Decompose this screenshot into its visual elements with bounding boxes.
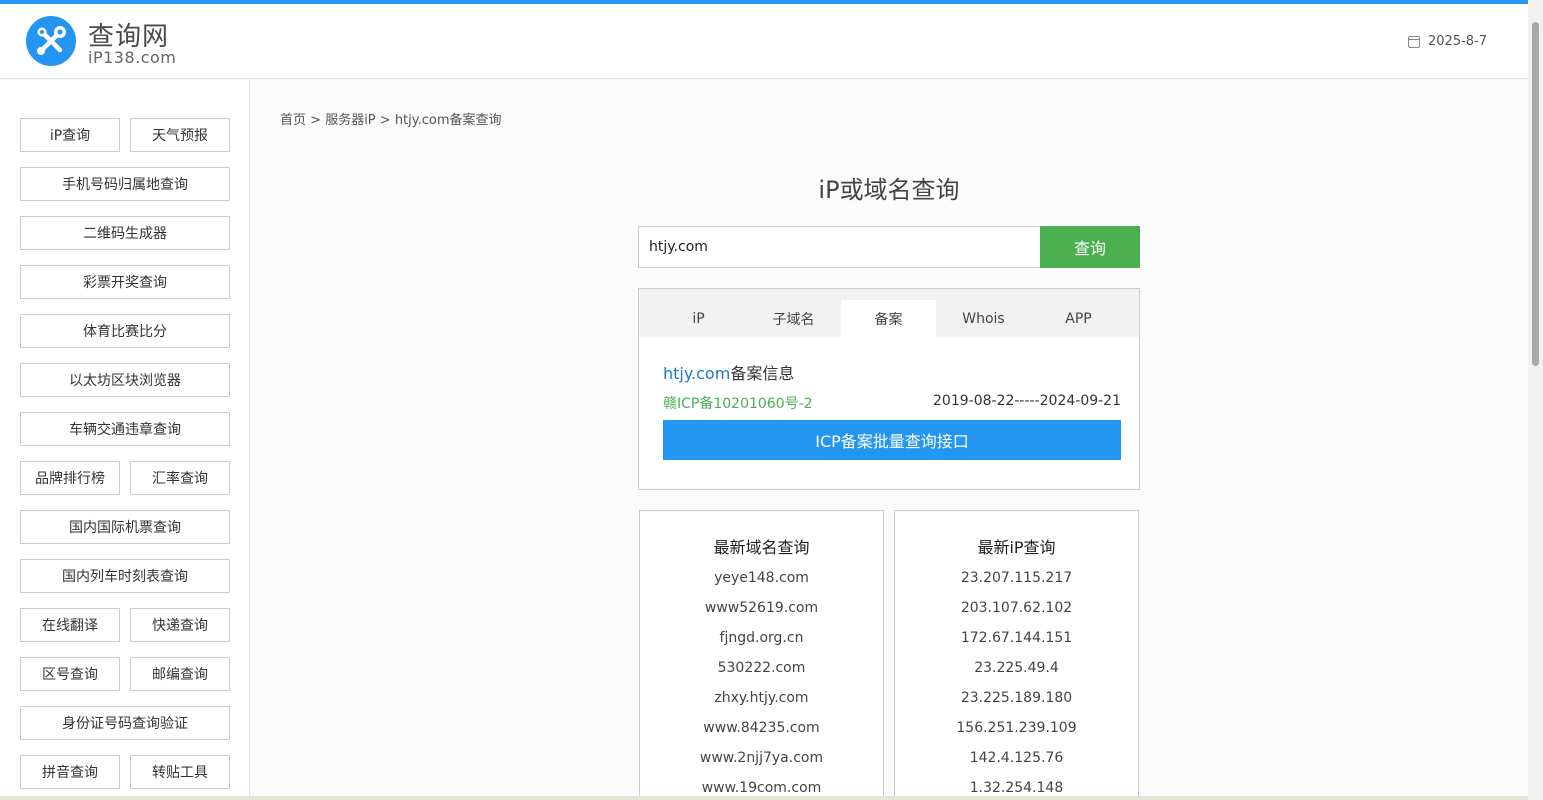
sidebar-item-repost-tool[interactable]: 转贴工具 (130, 755, 230, 789)
page-title: iP或域名查询 (818, 176, 960, 204)
sidebar-item-lottery[interactable]: 彩票开奖查询 (20, 265, 230, 299)
site-header: 查询网 iP138.com 2025-8-7 (0, 4, 1528, 79)
list-item[interactable]: www.84235.com (640, 720, 883, 736)
logo-subtitle[interactable]: iP138.com (88, 48, 176, 67)
list-item[interactable]: 530222.com (640, 660, 883, 676)
sidebar-item-translate[interactable]: 在线翻译 (20, 608, 120, 642)
icp-date-range: 2019-08-22-----2024-09-21 (933, 393, 1121, 409)
breadcrumb-home[interactable]: 首页 (280, 113, 306, 128)
sidebar-item-express[interactable]: 快递查询 (130, 608, 230, 642)
breadcrumb: 首页 > 服务器iP > htjy.com备案查询 (280, 109, 502, 128)
sidebar-item-phone-location[interactable]: 手机号码归属地查询 (20, 167, 230, 201)
latest-domain-title: 最新域名查询 (713, 538, 810, 557)
sidebar-item-area-code[interactable]: 区号查询 (20, 657, 120, 691)
search-input[interactable] (638, 226, 1041, 268)
sidebar-item-traffic-violation[interactable]: 车辆交通违章查询 (20, 412, 230, 446)
sidebar-item-exchange-rate[interactable]: 汇率查询 (130, 461, 230, 495)
sidebar-item-ethereum[interactable]: 以太坊区块浏览器 (20, 363, 230, 397)
sidebar-item-weather[interactable]: 天气预报 (130, 118, 230, 152)
tab-whois[interactable]: Whois (936, 300, 1031, 337)
tools-wrench-icon[interactable] (26, 16, 76, 66)
latest-ip-panel: 最新iP查询 23.207.115.217 203.107.62.102 172… (894, 510, 1139, 800)
list-item[interactable]: zhxy.htjy.com (640, 690, 883, 706)
date-text: 2025-8-7 (1428, 34, 1488, 49)
sidebar-item-flight-ticket[interactable]: 国内国际机票查询 (20, 510, 230, 544)
sidebar: iP查询 天气预报 手机号码归属地查询 二维码生成器 彩票开奖查询 体育比赛比分… (0, 80, 250, 800)
breadcrumb-separator: > (375, 113, 395, 128)
result-panel: iP 子域名 备案 Whois APP htjy.com备案信息 赣ICP备10… (638, 288, 1140, 490)
sidebar-item-postcode[interactable]: 邮编查询 (130, 657, 230, 691)
list-item[interactable]: 142.4.125.76 (895, 750, 1138, 766)
result-domain-link[interactable]: htjy.com (663, 364, 730, 383)
list-item[interactable]: www.2njj7ya.com (640, 750, 883, 766)
calendar-icon (1408, 35, 1420, 48)
latest-ip-title: 最新iP查询 (977, 538, 1056, 557)
list-item[interactable]: 23.207.115.217 (895, 570, 1138, 586)
sidebar-item-brand-ranking[interactable]: 品牌排行榜 (20, 461, 120, 495)
bottom-edge (0, 796, 1528, 800)
result-title-suffix: 备案信息 (730, 364, 795, 383)
tab-subdomain[interactable]: 子域名 (746, 300, 841, 337)
breadcrumb-server-ip[interactable]: 服务器iP (325, 113, 375, 128)
sidebar-item-ip-query[interactable]: iP查询 (20, 118, 120, 152)
query-button[interactable]: 查询 (1040, 226, 1140, 268)
breadcrumb-current: htjy.com备案查询 (394, 113, 502, 128)
sidebar-item-pinyin[interactable]: 拼音查询 (20, 755, 120, 789)
list-item[interactable]: yeye148.com (640, 570, 883, 586)
result-title: htjy.com备案信息 (663, 360, 794, 384)
header-date: 2025-8-7 (1408, 34, 1487, 49)
list-item[interactable]: 172.67.144.151 (895, 630, 1138, 646)
icp-batch-query-button[interactable]: ICP备案批量查询接口 (663, 420, 1121, 460)
list-item[interactable]: www52619.com (640, 600, 883, 616)
tab-icp-record[interactable]: 备案 (841, 300, 936, 337)
result-tabs: iP 子域名 备案 Whois APP (639, 289, 1139, 337)
list-item[interactable]: fjngd.org.cn (640, 630, 883, 646)
vertical-scrollbar[interactable] (1528, 0, 1543, 800)
latest-domain-panel: 最新域名查询 yeye148.com www52619.com fjngd.or… (639, 510, 884, 800)
sidebar-item-id-card[interactable]: 身份证号码查询验证 (20, 706, 230, 740)
sidebar-item-qrcode[interactable]: 二维码生成器 (20, 216, 230, 250)
tab-app[interactable]: APP (1031, 300, 1126, 337)
sidebar-item-train-schedule[interactable]: 国内列车时刻表查询 (20, 559, 230, 593)
list-item[interactable]: 156.251.239.109 (895, 720, 1138, 736)
breadcrumb-separator: > (306, 113, 326, 128)
list-item[interactable]: 203.107.62.102 (895, 600, 1138, 616)
list-item[interactable]: 23.225.189.180 (895, 690, 1138, 706)
scrollbar-thumb[interactable] (1532, 22, 1539, 366)
icp-number: 赣ICP备10201060号-2 (663, 396, 813, 412)
sidebar-item-sports-score[interactable]: 体育比赛比分 (20, 314, 230, 348)
list-item[interactable]: 1.32.254.148 (895, 780, 1138, 796)
tab-ip[interactable]: iP (651, 300, 746, 337)
list-item[interactable]: 23.225.49.4 (895, 660, 1138, 676)
list-item[interactable]: www.19com.com (640, 780, 883, 796)
